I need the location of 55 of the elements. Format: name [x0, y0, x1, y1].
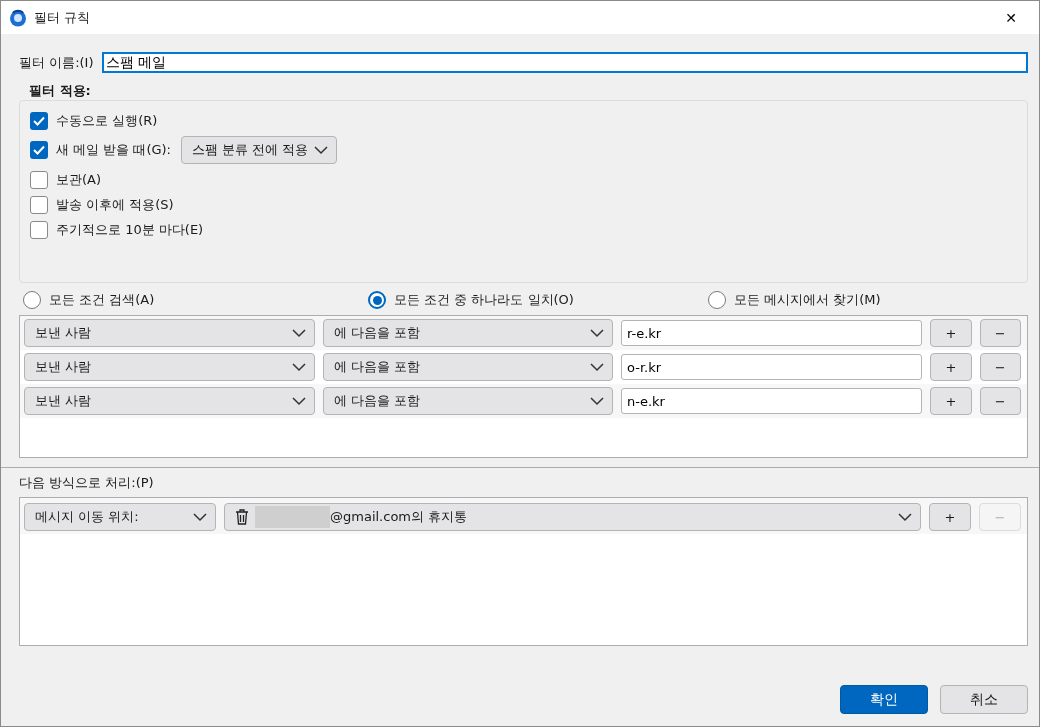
- remove-button[interactable]: −: [979, 319, 1021, 347]
- add-button[interactable]: +: [930, 319, 972, 347]
- remove-button[interactable]: −: [979, 387, 1021, 415]
- window-title: 필터 규칙: [34, 8, 92, 27]
- remove-button[interactable]: −: [979, 353, 1021, 381]
- radio-label: 모든 조건 중 하나라도 일치(O): [394, 291, 574, 309]
- field-dropdown[interactable]: 보낸 사람: [24, 387, 315, 415]
- chevron-down-icon: [590, 396, 604, 406]
- add-button[interactable]: +: [930, 353, 972, 381]
- operator-dropdown[interactable]: 에 다음을 포함: [323, 319, 613, 347]
- add-button[interactable]: +: [930, 387, 972, 415]
- field-dropdown[interactable]: 보낸 사람: [24, 353, 315, 381]
- field-dropdown[interactable]: 보낸 사람: [24, 319, 315, 347]
- chevron-down-icon: [898, 512, 912, 522]
- apply-timing-dropdown[interactable]: 스팸 분류 전에 적용: [181, 136, 338, 164]
- chevron-down-icon: [314, 145, 329, 155]
- filter-name-field[interactable]: 스팸 메일: [101, 52, 1028, 73]
- chevron-down-icon: [193, 512, 207, 522]
- action-dropdown[interactable]: 메시지 이동 위치:: [24, 503, 216, 531]
- chevron-down-icon: [292, 328, 306, 338]
- radio-button[interactable]: [708, 291, 726, 309]
- radio-button[interactable]: [368, 291, 386, 309]
- cancel-button[interactable]: 취소: [940, 685, 1028, 714]
- operator-dropdown[interactable]: 에 다음을 포함: [323, 353, 613, 381]
- checkbox[interactable]: [30, 141, 48, 159]
- app-logo-icon: [9, 8, 27, 27]
- ok-button[interactable]: 확인: [840, 685, 928, 714]
- value-field[interactable]: o-r.kr: [621, 354, 923, 380]
- chevron-down-icon: [590, 362, 604, 372]
- checkbox[interactable]: [30, 220, 48, 239]
- close-button[interactable]: ✕: [991, 2, 1031, 33]
- checkbox[interactable]: [30, 111, 48, 130]
- chevron-down-icon: [292, 396, 306, 406]
- operator-dropdown[interactable]: 에 다음을 포함: [323, 387, 613, 415]
- filter-name-label: 필터 이름:(I): [19, 53, 94, 72]
- checkbox[interactable]: [30, 195, 48, 214]
- group-label: 필터 적용:: [29, 82, 92, 100]
- value-field[interactable]: n-e.kr: [621, 388, 923, 414]
- chevron-down-icon: [590, 328, 604, 338]
- folder-path: @gmail.com의 휴지통: [330, 508, 469, 526]
- actions-label: 다음 방식으로 처리:(P): [19, 474, 155, 492]
- radio-label: 모든 조건 검색(A): [49, 291, 155, 309]
- add-button[interactable]: +: [929, 503, 971, 531]
- folder-dropdown[interactable]: @gmail.com의 휴지통: [224, 503, 921, 531]
- checkbox-label: 주기적으로 10분 마다(E): [56, 220, 204, 239]
- radio-label: 모든 메시지에서 찾기(M): [734, 291, 881, 309]
- value-field[interactable]: r-e.kr: [621, 320, 923, 346]
- checkbox-label: 보관(A): [56, 170, 102, 189]
- chevron-down-icon: [292, 362, 306, 372]
- checkbox-label: 새 메일 받을 때(G):: [56, 141, 171, 159]
- radio-button[interactable]: [23, 291, 41, 309]
- checkbox[interactable]: [30, 170, 48, 189]
- checkbox-label: 수동으로 실행(R): [56, 111, 158, 130]
- checkbox-label: 발송 이후에 적용(S): [56, 195, 174, 214]
- trash-icon: [235, 509, 249, 525]
